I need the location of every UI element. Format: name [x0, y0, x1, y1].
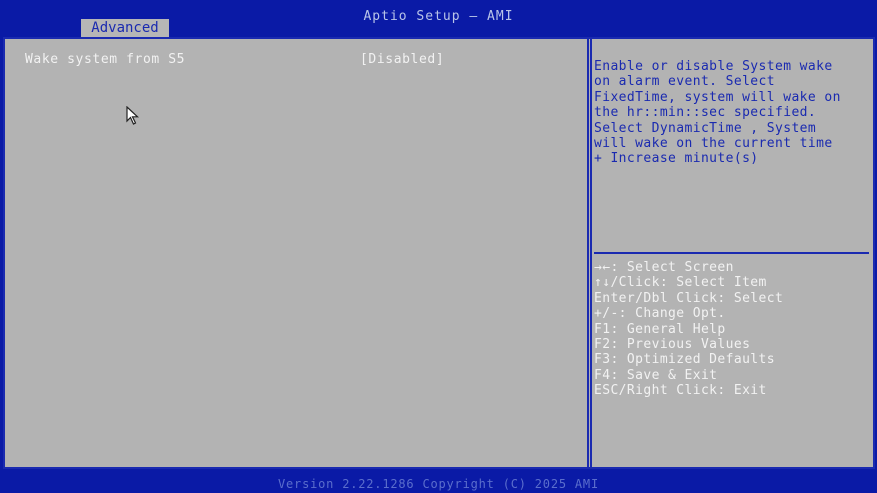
mouse-pointer-icon — [126, 106, 140, 125]
key-optimized-defaults: F3: Optimized Defaults — [594, 352, 775, 368]
key-exit: ESC/Right Click: Exit — [594, 383, 767, 399]
help-description: Enable or disable System wake on alarm e… — [594, 59, 841, 167]
key-change-opt: +/-: Change Opt. — [594, 306, 726, 322]
setting-value[interactable]: [Disabled] — [360, 52, 444, 67]
settings-panel: Wake system from S5 [Disabled] — [5, 39, 587, 467]
key-previous-values: F2: Previous Values — [594, 337, 751, 353]
help-divider — [594, 252, 869, 254]
setup-screen: Wake system from S5 [Disabled] Enable or… — [3, 37, 875, 469]
key-select: Enter/Dbl Click: Select — [594, 290, 784, 306]
key-select-screen: →←: Select Screen — [594, 260, 734, 275]
tab-advanced[interactable]: Advanced — [81, 19, 169, 37]
setting-row-wake-from-s5[interactable]: Wake system from S5 [Disabled] — [25, 52, 585, 70]
key-save-exit: F4: Save & Exit — [594, 367, 718, 383]
version-footer: Version 2.22.1286 Copyright (C) 2025 AMI — [278, 477, 599, 491]
key-legend: →←: Select Screen ↑↓/Click: Select Item … — [594, 260, 869, 399]
setting-label: Wake system from S5 — [25, 52, 186, 67]
key-general-help: F1: General Help — [594, 321, 726, 337]
help-panel: Enable or disable System wake on alarm e… — [592, 39, 873, 467]
key-select-item: ↑↓/Click: Select Item — [594, 275, 767, 291]
